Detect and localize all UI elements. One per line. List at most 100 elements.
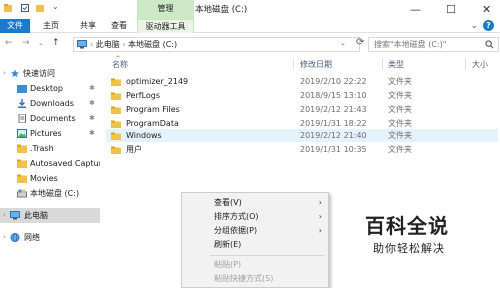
pictures-icon xyxy=(17,129,27,138)
recent-locations-icon[interactable]: ⌄ xyxy=(38,39,44,47)
breadcrumb-separator[interactable]: › xyxy=(122,40,125,49)
minimize-button[interactable]: — xyxy=(410,3,421,16)
table-row[interactable]: Program Files 2019/2/12 21:43 文件夹 xyxy=(106,103,498,116)
forward-button[interactable]: → xyxy=(22,38,30,48)
file-name: Windows xyxy=(126,131,162,140)
expand-chevron-icon[interactable]: › xyxy=(3,208,6,223)
sidebar-item-movies[interactable]: Movies xyxy=(17,171,100,186)
menu-item-label: 排序方式(O) xyxy=(214,212,259,221)
breadcrumb: › 此电脑 › 本地磁盘 (C:) xyxy=(90,39,177,51)
new-folder-icon[interactable] xyxy=(35,3,45,13)
downloads-icon xyxy=(18,99,26,108)
expand-chevron-icon[interactable]: › xyxy=(3,230,6,245)
tab-drive-tools[interactable]: 驱动器工具 xyxy=(137,19,194,33)
help-icon[interactable]: ? xyxy=(483,20,494,31)
table-row[interactable]: optimizer_2149 2019/2/10 22:22 文件夹 xyxy=(106,75,498,88)
menu-item-paste-shortcut[interactable]: 粘贴快捷方式(S) xyxy=(182,272,328,286)
table-row[interactable]: PerfLogs 2018/9/15 13:10 文件夹 xyxy=(106,89,498,102)
tab-file[interactable]: 文件 xyxy=(0,19,30,33)
folder-icon xyxy=(111,146,121,154)
file-type: 文件夹 xyxy=(388,145,412,154)
column-header-size[interactable]: 大小 xyxy=(472,58,488,71)
table-row[interactable]: 用户 2019/1/31 10:35 文件夹 xyxy=(106,143,498,156)
file-date: 2019/2/10 22:22 xyxy=(300,77,367,86)
menu-item-view[interactable]: 查看(V) › xyxy=(182,196,328,210)
ribbon-expand-icon[interactable]: ⌄ xyxy=(470,21,478,31)
sidebar-item-downloads[interactable]: Downloads ✱ xyxy=(17,96,100,111)
search-icon[interactable] xyxy=(485,40,494,49)
sidebar-item-quick-access[interactable]: 快速访问 xyxy=(10,66,100,81)
column-header-date[interactable]: 修改日期 xyxy=(300,58,332,71)
sidebar-item-desktop[interactable]: Desktop ✱ xyxy=(17,81,100,96)
sidebar-item-local-disk[interactable]: 本地磁盘 (C:) xyxy=(17,186,100,201)
computer-icon xyxy=(10,211,20,220)
pin-icon[interactable]: ✱ xyxy=(89,81,95,96)
expand-chevron-icon[interactable]: › xyxy=(3,69,6,77)
submenu-arrow-icon: › xyxy=(318,198,322,207)
window-title: 本地磁盘 (C:) xyxy=(195,5,248,15)
network-icon xyxy=(10,233,20,242)
sidebar-item-pictures[interactable]: Pictures ✱ xyxy=(17,126,100,141)
pin-icon[interactable]: ✱ xyxy=(89,126,95,141)
up-button[interactable]: ↑ xyxy=(52,38,60,48)
sidebar-item-label: 网络 xyxy=(24,233,40,242)
address-bar[interactable]: › 此电脑 › 本地磁盘 (C:) xyxy=(73,37,360,52)
sidebar-item-trash[interactable]: .Trash xyxy=(17,141,100,156)
watermark-subtitle: 助你轻松解决 xyxy=(373,242,445,255)
context-menu: 查看(V) › 排序方式(O) › 分组依据(P) › 刷新(E) 粘贴(P) … xyxy=(181,192,329,288)
sidebar-item-documents[interactable]: Documents ✱ xyxy=(17,111,100,126)
menu-item-label: 查看(V) xyxy=(214,198,242,207)
quick-access-dropdown-icon[interactable]: ⌄ xyxy=(52,2,62,12)
sidebar-item-label: Autosaved Capture xyxy=(30,159,100,168)
table-row[interactable]: Windows 2019/2/12 21:40 文件夹 xyxy=(106,129,498,142)
sidebar-item-label: .Trash xyxy=(30,144,54,153)
manage-context-tab[interactable]: 管理 xyxy=(137,0,194,19)
folder-icon xyxy=(111,106,121,114)
back-button[interactable]: ← xyxy=(5,38,13,48)
tab-view[interactable]: 查看 xyxy=(105,19,133,33)
menu-item-sort-by[interactable]: 排序方式(O) › xyxy=(182,210,328,224)
properties-icon[interactable] xyxy=(20,3,30,13)
sidebar-item-label: Pictures xyxy=(30,129,62,138)
sidebar-item-label: 本地磁盘 (C:) xyxy=(30,189,80,198)
menu-item-paste[interactable]: 粘贴(P) xyxy=(182,258,328,272)
file-name: Program Files xyxy=(126,105,180,114)
menu-item-refresh[interactable]: 刷新(E) xyxy=(182,238,328,252)
breadcrumb-this-pc[interactable]: 此电脑 xyxy=(96,40,120,49)
search-box[interactable]: 搜索"本地磁盘 (C:)" xyxy=(368,37,499,52)
maximize-button[interactable]: ☐ xyxy=(446,3,456,16)
sidebar-item-this-pc[interactable]: › 此电脑 xyxy=(0,208,100,223)
column-divider[interactable] xyxy=(465,58,466,70)
close-button[interactable]: ✕ xyxy=(482,3,491,16)
desktop-folder-icon xyxy=(17,85,27,93)
column-header-name[interactable]: 名称 xyxy=(112,58,128,71)
ribbon-tabs: 文件 主页 共享 查看 驱动器工具 ⌄ ? xyxy=(0,19,500,33)
sidebar-item-autosaved-capture[interactable]: Autosaved Capture xyxy=(17,156,100,171)
file-name: optimizer_2149 xyxy=(126,77,189,86)
address-dropdown-icon[interactable]: ⌄ xyxy=(340,39,346,47)
column-divider[interactable] xyxy=(293,58,294,70)
tab-home[interactable]: 主页 xyxy=(37,19,65,33)
breadcrumb-separator[interactable]: › xyxy=(90,40,93,49)
navigation-pane: › 快速访问 Desktop ✱ Downloads ✱ Documents ✱… xyxy=(0,55,100,288)
pin-icon[interactable]: ✱ xyxy=(89,111,95,126)
column-header-type[interactable]: 类型 xyxy=(388,58,404,71)
sidebar-item-network[interactable]: › 网络 xyxy=(0,230,100,245)
submenu-arrow-icon: › xyxy=(318,226,322,235)
sidebar-item-label: Documents xyxy=(30,114,76,123)
documents-icon xyxy=(18,114,26,123)
tab-share[interactable]: 共享 xyxy=(74,19,102,33)
menu-item-group-by[interactable]: 分组依据(P) › xyxy=(182,224,328,238)
pin-icon[interactable]: ✱ xyxy=(89,96,95,111)
folder-icon xyxy=(111,78,121,86)
folder-icon xyxy=(111,120,121,128)
menu-item-label: 粘贴快捷方式(S) xyxy=(214,274,274,283)
app-icon[interactable] xyxy=(3,3,13,13)
sidebar-item-label: Downloads xyxy=(30,99,74,108)
file-type: 文件夹 xyxy=(388,91,412,100)
breadcrumb-local-disk[interactable]: 本地磁盘 (C:) xyxy=(128,40,177,49)
column-divider[interactable] xyxy=(382,58,383,70)
menu-item-label: 分组依据(P) xyxy=(214,226,258,235)
refresh-icon[interactable]: ⟳ xyxy=(356,37,364,48)
folder-icon xyxy=(17,174,27,183)
